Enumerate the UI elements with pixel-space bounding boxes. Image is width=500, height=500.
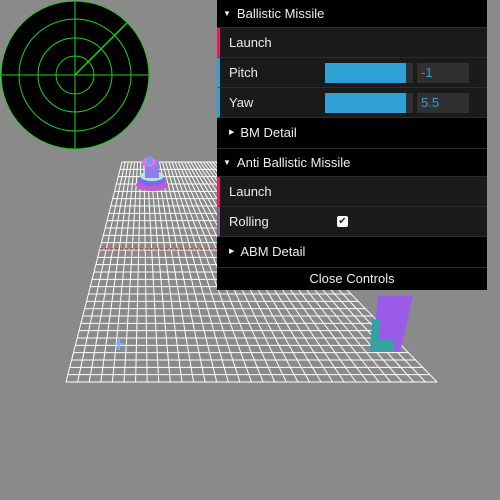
pitch-control: Pitch -1 (217, 58, 487, 88)
pitch-slider[interactable] (325, 62, 413, 83)
yaw-input[interactable]: 5.5 (417, 92, 469, 113)
anti-ballistic-missile-model (370, 296, 413, 352)
yaw-label: Yaw (229, 94, 254, 110)
abm-launch-button[interactable]: Launch (217, 177, 487, 207)
bm-launch-button[interactable]: Launch (217, 28, 487, 58)
check-icon: ✔ (338, 216, 347, 227)
triangle-right-icon: ▶ (229, 129, 235, 136)
pitch-slider-fill (325, 62, 406, 83)
folder-title: Ballistic Missile (236, 6, 325, 21)
rolling-control[interactable]: Rolling ✔ (217, 207, 487, 237)
launch-label: Launch (229, 183, 272, 199)
triangle-right-icon: ▶ (229, 248, 235, 255)
folder-title: Anti Ballistic Missile (236, 155, 351, 170)
folder-bm-detail[interactable]: ▶ BM Detail (217, 118, 487, 149)
rolling-label: Rolling (229, 213, 269, 229)
close-controls-button[interactable]: Close Controls (217, 268, 487, 290)
yaw-slider[interactable] (325, 92, 413, 113)
pitch-label: Pitch (229, 64, 258, 80)
controls-panel: ▼ Ballistic Missile Launch Pitch -1 Yaw … (217, 0, 487, 290)
yaw-slider-fill (325, 92, 406, 113)
triangle-down-icon: ▼ (223, 158, 231, 167)
rolling-checkbox[interactable]: ✔ (337, 216, 348, 227)
folder-ballistic-missile[interactable]: ▼ Ballistic Missile (217, 0, 487, 28)
yaw-control: Yaw 5.5 (217, 88, 487, 118)
folder-anti-ballistic-missile[interactable]: ▼ Anti Ballistic Missile (217, 149, 487, 177)
launch-label: Launch (229, 34, 272, 50)
triangle-down-icon: ▼ (223, 9, 231, 18)
folder-abm-detail[interactable]: ▶ ABM Detail (217, 237, 487, 268)
bm-detail-label: BM Detail (240, 125, 297, 140)
abm-detail-label: ABM Detail (240, 244, 306, 259)
radar-display (0, 0, 150, 150)
pitch-input[interactable]: -1 (417, 62, 469, 83)
